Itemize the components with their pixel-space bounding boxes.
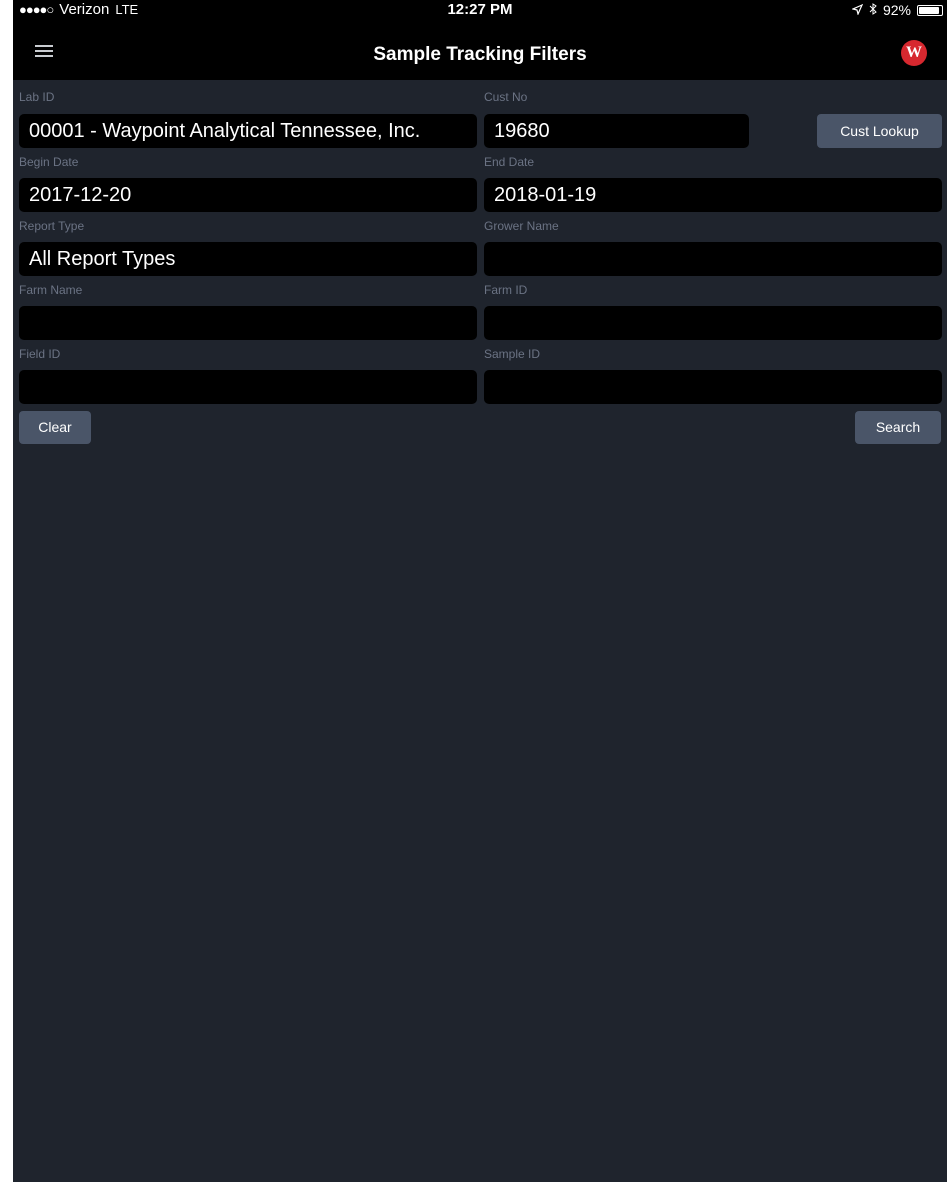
navigation-bar: Sample Tracking Filters W — [13, 20, 947, 80]
cust-lookup-button[interactable]: Cust Lookup — [817, 114, 942, 148]
battery-fill — [919, 6, 940, 14]
battery-icon — [917, 4, 943, 16]
status-time: 12:27 PM — [447, 1, 513, 18]
begin-date-field[interactable]: 2017-12-20 — [19, 178, 477, 212]
sample-id-field[interactable] — [484, 370, 942, 404]
farm-id-label: Farm ID — [484, 283, 528, 297]
begin-date-label: Begin Date — [19, 155, 79, 169]
farm-name-field[interactable] — [19, 306, 477, 340]
farm-id-field[interactable] — [484, 306, 942, 340]
field-id-field[interactable] — [19, 370, 477, 404]
app-screen: ●●●●○ Verizon LTE 12:27 PM 92% Sample Tr… — [13, 0, 947, 1182]
report-type-label: Report Type — [19, 219, 85, 233]
waypoint-logo-icon[interactable]: W — [901, 40, 927, 66]
end-date-field[interactable]: 2018-01-19 — [484, 178, 942, 212]
page-title: Sample Tracking Filters — [373, 44, 587, 65]
battery-percent: 92% — [882, 2, 911, 18]
bluetooth-icon — [869, 0, 877, 20]
status-right: 92% — [851, 0, 943, 20]
grower-name-field[interactable] — [484, 242, 942, 276]
end-date-label: End Date — [484, 155, 535, 169]
cust-no-label: Cust No — [484, 90, 528, 104]
location-arrow-icon — [851, 0, 864, 20]
lab-id-field[interactable]: 00001 - Waypoint Analytical Tennessee, I… — [19, 114, 477, 148]
clear-button[interactable]: Clear — [19, 411, 91, 444]
field-id-label: Field ID — [19, 347, 61, 361]
sample-id-label: Sample ID — [484, 347, 541, 361]
lab-id-label: Lab ID — [19, 90, 55, 104]
search-button[interactable]: Search — [855, 411, 941, 444]
cust-no-field[interactable]: 19680 — [484, 114, 749, 148]
grower-name-label: Grower Name — [484, 219, 559, 233]
farm-name-label: Farm Name — [19, 283, 83, 297]
report-type-select[interactable]: All Report Types — [19, 242, 477, 276]
